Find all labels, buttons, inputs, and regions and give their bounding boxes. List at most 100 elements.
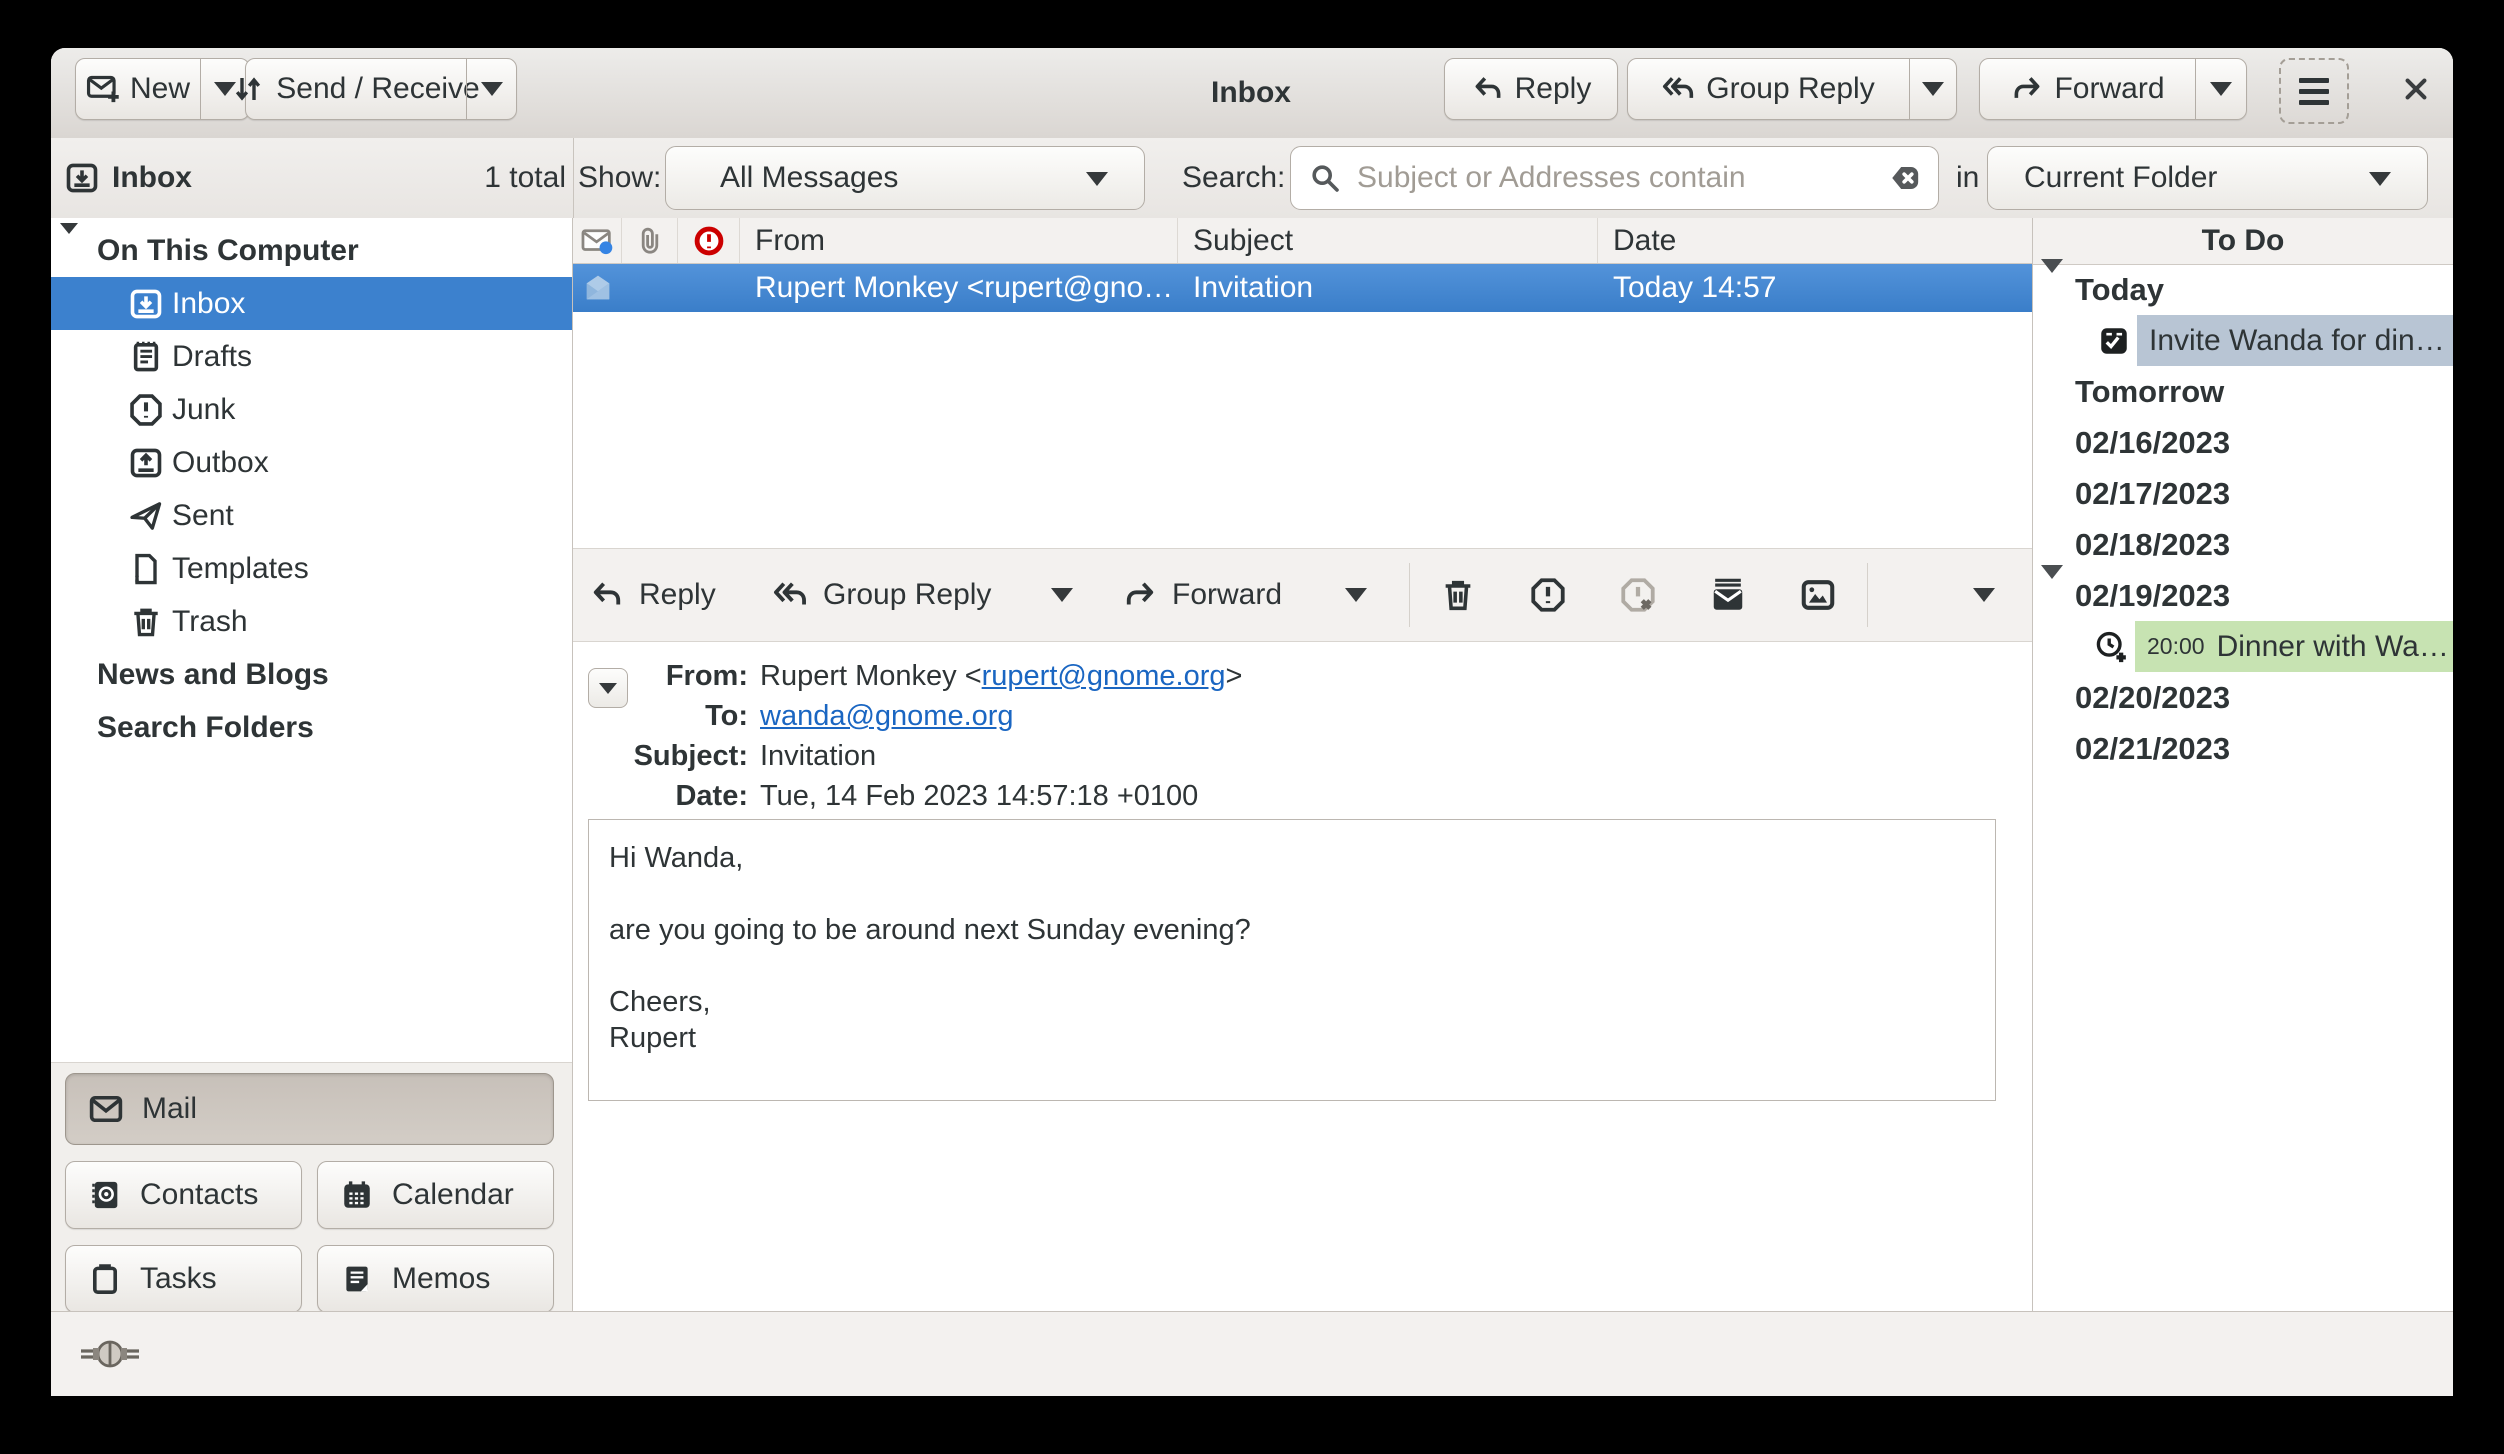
todo-group-today[interactable]: Today [2033, 264, 2453, 315]
todo-group-0216[interactable]: 02/16/2023 [2033, 417, 2453, 468]
column-status[interactable] [573, 218, 622, 263]
todo-group-0218[interactable]: 02/18/2023 [2033, 519, 2453, 570]
message-from: Rupert Monkey <rupert@gno… [740, 271, 1178, 305]
mail-icon [88, 1091, 124, 1127]
column-subject[interactable]: Subject [1178, 218, 1598, 263]
paperclip-icon [634, 225, 666, 257]
forward-button-label: Forward [2054, 72, 2164, 106]
from-email-link[interactable]: rupert@gnome.org [982, 660, 1226, 692]
search-input[interactable] [1355, 160, 1880, 196]
preview-group-reply-button[interactable]: Group Reply [773, 549, 991, 641]
expander-triangle-icon[interactable] [2041, 579, 2065, 613]
from-name: Rupert Monkey < [760, 660, 982, 692]
forward-dropdown-button[interactable] [2195, 59, 2246, 119]
todo-group-0219[interactable]: 02/19/2023 [2033, 570, 2453, 621]
sidebar-item-sent[interactable]: Sent [51, 489, 572, 542]
header-date-row: Date: Tue, 14 Feb 2023 14:57:18 +0100 [573, 776, 2032, 816]
close-window-button[interactable] [2381, 58, 2451, 120]
show-filter-dropdown[interactable]: All Messages [665, 146, 1145, 210]
reply-icon [1471, 72, 1505, 106]
chevron-down-icon [2210, 82, 2232, 96]
header-from-row: From: Rupert Monkey <rupert@gnome.org> [573, 656, 2032, 696]
switcher-mail-button[interactable]: Mail [65, 1073, 554, 1145]
sent-plane-icon [128, 498, 164, 534]
column-from[interactable]: From [740, 218, 1178, 263]
mark-unread-button[interactable] [1709, 549, 1747, 641]
folder-total-count: 1 total [484, 138, 566, 218]
preview-group-reply-dropdown[interactable] [1051, 549, 1073, 641]
preview-forward-dropdown[interactable] [1345, 549, 1367, 641]
switcher-contacts-button[interactable]: Contacts [65, 1161, 302, 1229]
forward-button[interactable]: Forward [1980, 59, 2195, 119]
todo-group-0221[interactable]: 02/21/2023 [2033, 723, 2453, 774]
delete-message-button[interactable] [1439, 549, 1477, 641]
switcher-tasks-button[interactable]: Tasks [65, 1245, 302, 1313]
todo-item-task[interactable]: Invite Wanda for din… [2033, 315, 2453, 366]
toolbar-separator [1867, 563, 1868, 627]
evolution-main-window: New Send / Receive Inbox Reply [51, 48, 2453, 1396]
sidebar-item-outbox[interactable]: Outbox [51, 436, 572, 489]
sidebar-item-on-this-computer[interactable]: On This Computer [51, 224, 572, 277]
reply-button[interactable]: Reply [1444, 58, 1618, 120]
to-label: To: [573, 696, 748, 736]
todo-panel: To Do Today Invite Wanda for din… Tomorr… [2033, 218, 2453, 1311]
switcher-tasks-label: Tasks [140, 1262, 217, 1296]
online-status-plug-icon[interactable] [79, 1337, 141, 1371]
new-button-label: New [130, 72, 190, 106]
sidebar-item-junk[interactable]: Junk [51, 383, 572, 436]
switcher-contacts-label: Contacts [140, 1178, 258, 1212]
sidebar-item-news-and-blogs[interactable]: News and Blogs [51, 648, 572, 701]
todo-list: Today Invite Wanda for din… Tomorrow 02/… [2033, 264, 2453, 774]
todo-group-0220[interactable]: 02/20/2023 [2033, 672, 2453, 723]
search-icon [1309, 162, 1341, 194]
column-important[interactable] [678, 218, 740, 263]
preview-forward-button[interactable]: Forward [1122, 549, 1282, 641]
body-greeting: Hi Wanda, [609, 840, 1975, 876]
mark-junk-button[interactable] [1529, 549, 1567, 641]
sidebar-item-search-folders[interactable]: Search Folders [51, 701, 572, 754]
todo-group-tomorrow[interactable]: Tomorrow [2033, 366, 2453, 417]
junk-icon [128, 392, 164, 428]
todo-group-0217[interactable]: 02/17/2023 [2033, 468, 2453, 519]
to-email-link[interactable]: wanda@gnome.org [760, 700, 1014, 732]
group-reply-dropdown-button[interactable] [1909, 59, 1956, 119]
group-reply-icon [1662, 72, 1696, 106]
sidebar-item-templates[interactable]: Templates [51, 542, 572, 595]
preview-reply-button[interactable]: Reply [589, 549, 716, 641]
send-receive-dropdown-button[interactable] [466, 59, 516, 119]
column-date[interactable]: Date [1598, 218, 2032, 263]
drafts-icon [128, 339, 164, 375]
group-reply-button[interactable]: Group Reply [1628, 59, 1909, 119]
body-question: are you going to be around next Sunday e… [609, 912, 1975, 948]
expander-triangle-icon[interactable] [2041, 273, 2065, 307]
message-list-header: From Subject Date [573, 218, 2032, 264]
todo-item-event[interactable]: 20:00Dinner with Wa… [2033, 621, 2453, 672]
expander-triangle-icon[interactable] [60, 234, 82, 268]
sidebar-item-trash[interactable]: Trash [51, 595, 572, 648]
send-receive-split-button: Send / Receive [245, 58, 517, 120]
new-mail-icon [86, 72, 120, 106]
folder-header-label: Inbox [112, 161, 192, 195]
junk-octagon-icon [1529, 576, 1567, 614]
trash-icon [1439, 576, 1477, 614]
outbox-tray-icon [128, 445, 164, 481]
load-images-button[interactable] [1799, 549, 1837, 641]
mark-not-junk-button[interactable] [1619, 549, 1657, 641]
sidebar-item-inbox[interactable]: Inbox [51, 277, 572, 330]
show-label: Show: [578, 138, 661, 218]
forward-split-button: Forward [1979, 58, 2247, 120]
switcher-calendar-button[interactable]: Calendar [317, 1161, 554, 1229]
message-row-selected[interactable]: Rupert Monkey <rupert@gno… Invitation To… [573, 264, 2032, 312]
menu-button[interactable] [2279, 58, 2349, 124]
send-receive-button[interactable]: Send / Receive [246, 59, 466, 119]
new-button[interactable]: New [76, 59, 200, 119]
folder-header: Inbox [64, 138, 192, 218]
preview-more-dropdown[interactable] [1973, 549, 1995, 641]
switcher-memos-button[interactable]: Memos [317, 1245, 554, 1313]
sidebar-item-drafts[interactable]: Drafts [51, 330, 572, 383]
filter-bar: Inbox 1 total Show: All Messages Search:… [51, 138, 2453, 219]
todo-item-text: Invite Wanda for din… [2137, 315, 2453, 366]
clear-search-icon[interactable] [1888, 161, 1922, 195]
search-scope-dropdown[interactable]: Current Folder [1987, 146, 2428, 210]
column-attachment[interactable] [622, 218, 678, 263]
